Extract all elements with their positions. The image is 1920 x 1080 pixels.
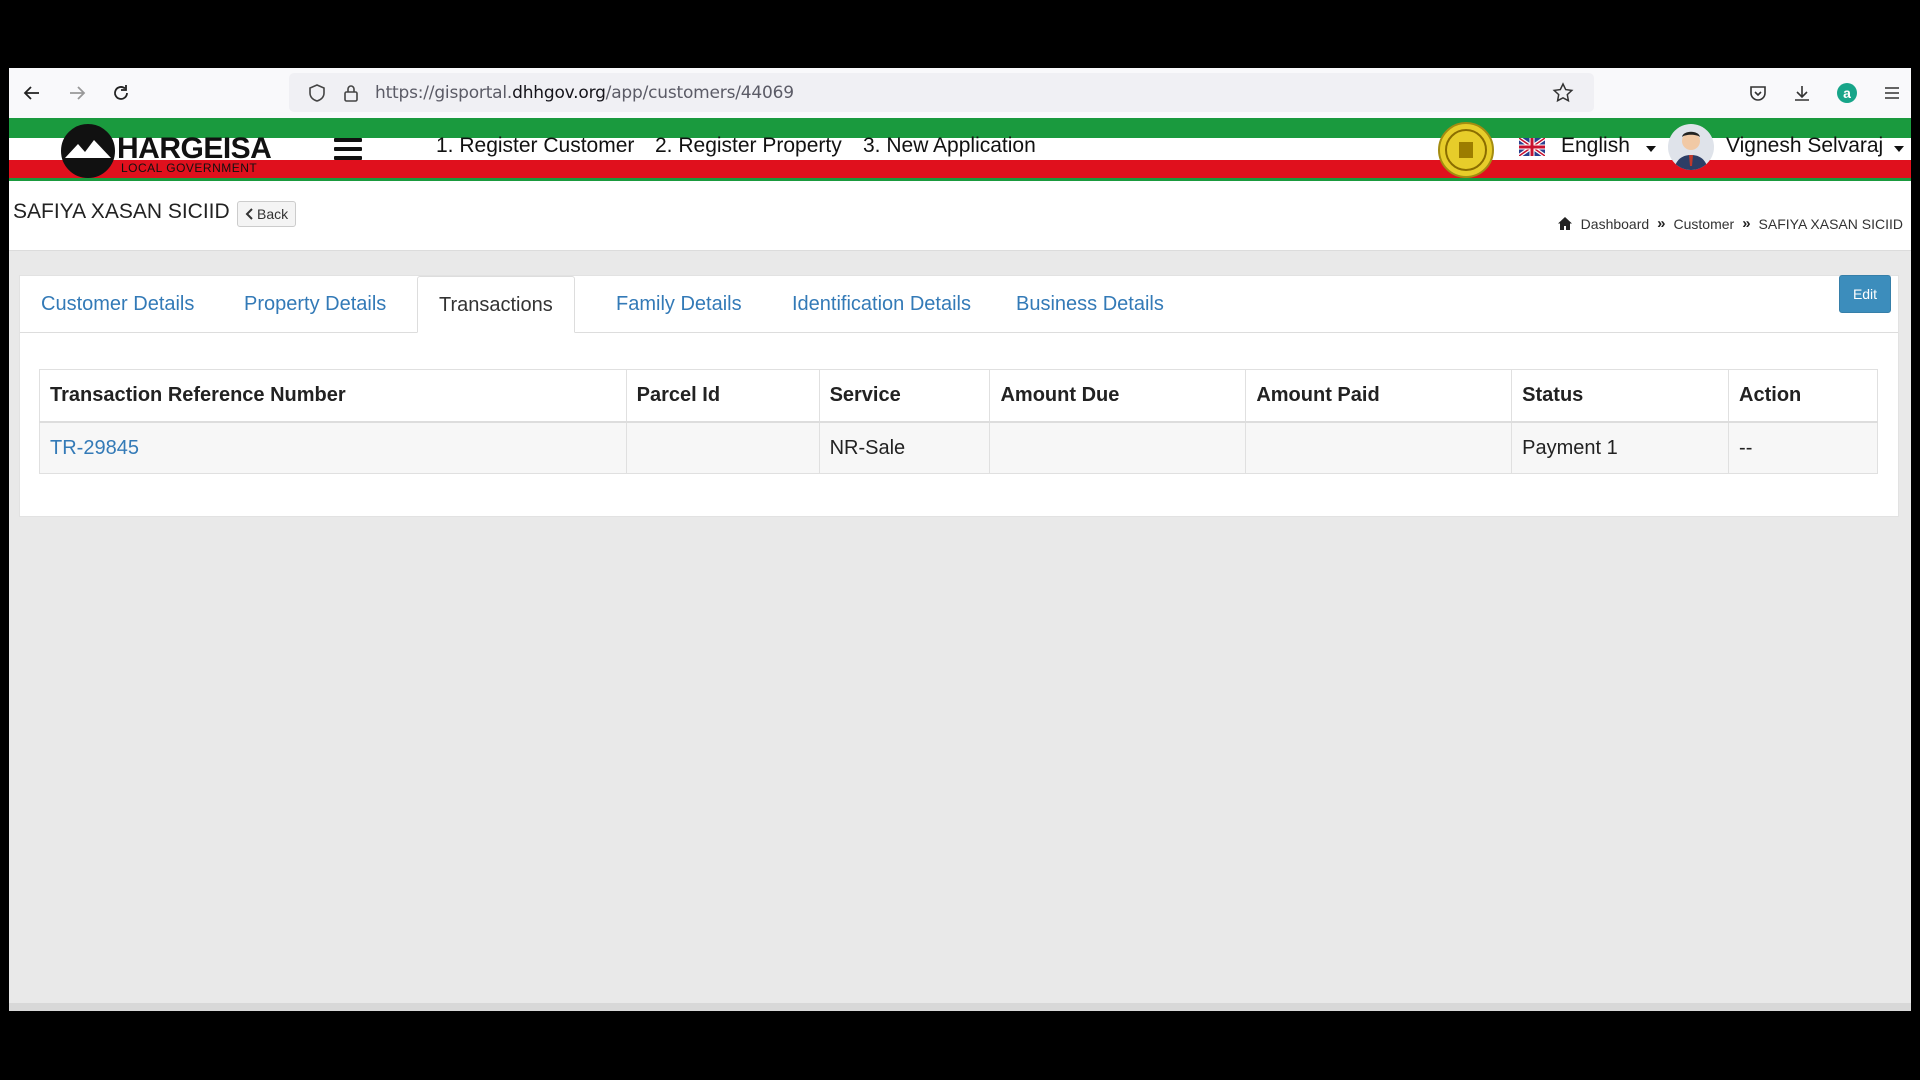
back-arrow-icon[interactable] <box>19 80 45 106</box>
column-header: Transaction Reference Number <box>39 369 627 423</box>
back-button[interactable]: Back <box>237 201 297 227</box>
url-bar[interactable]: https://gisportal.dhhgov.org/app/custome… <box>289 73 1594 112</box>
transactions-table: Transaction Reference Number Parcel Id S… <box>39 369 1878 474</box>
language-caret-icon[interactable] <box>1646 146 1656 152</box>
logo-subtitle: LOCAL GOVERNMENT <box>121 161 258 175</box>
lock-icon[interactable] <box>339 81 363 105</box>
svg-text:a: a <box>1843 85 1851 101</box>
extension-a-icon[interactable]: a <box>1834 80 1860 106</box>
transaction-link[interactable]: TR-29845 <box>50 437 139 459</box>
column-header: Amount Due <box>989 369 1247 423</box>
language-selector[interactable]: English <box>1561 134 1630 158</box>
cell-status: Payment 1 <box>1511 421 1730 474</box>
shield-icon[interactable] <box>305 81 329 105</box>
cell-service: NR-Sale <box>818 421 991 474</box>
uk-flag-icon[interactable] <box>1517 136 1547 158</box>
header-red-stripe <box>9 160 1911 178</box>
forward-arrow-icon[interactable] <box>64 80 90 106</box>
header-bottom-line <box>9 178 1911 181</box>
app-header: HARGEISA LOCAL GOVERNMENT 1. Register Cu… <box>9 118 1911 182</box>
breadcrumb: Dashboard » Customer » SAFIYA XASAN SICI… <box>1557 215 1903 232</box>
breadcrumb-separator: » <box>1742 215 1751 232</box>
cell-reference: TR-29845 <box>39 421 627 474</box>
user-caret-icon[interactable] <box>1894 146 1904 152</box>
nav-register-property[interactable]: 2. Register Property <box>655 134 842 158</box>
page-title: SAFIYA XASAN SICIID <box>13 200 230 223</box>
table-row: TR-29845 NR-Sale Payment 1 -- <box>39 421 1878 474</box>
column-header: Status <box>1511 369 1730 423</box>
column-header: Service <box>818 369 991 423</box>
customer-card: Customer Details Property Details Transa… <box>19 275 1899 517</box>
user-menu[interactable]: Vignesh Selvaraj <box>1726 134 1883 158</box>
tab-transactions[interactable]: Transactions <box>417 276 575 333</box>
back-button-label: Back <box>257 206 289 222</box>
column-header: Amount Paid <box>1245 369 1513 423</box>
breadcrumb-dashboard[interactable]: Dashboard <box>1581 216 1650 232</box>
menu-icon[interactable] <box>1879 80 1905 106</box>
table-header-row: Transaction Reference Number Parcel Id S… <box>39 369 1878 423</box>
tab-property-details[interactable]: Property Details <box>223 276 407 332</box>
tab-family-details[interactable]: Family Details <box>595 276 763 332</box>
column-header: Parcel Id <box>625 369 820 423</box>
cell-amount-due <box>989 421 1247 474</box>
nav-register-customer[interactable]: 1. Register Customer <box>436 134 634 158</box>
reload-icon[interactable] <box>108 80 134 106</box>
hamburger-menu-icon[interactable] <box>334 138 362 160</box>
tab-customer-details[interactable]: Customer Details <box>20 276 215 332</box>
browser-toolbar: https://gisportal.dhhgov.org/app/custome… <box>9 68 1911 118</box>
tab-business-details[interactable]: Business Details <box>995 276 1185 332</box>
breadcrumb-current: SAFIYA XASAN SICIID <box>1758 215 1903 232</box>
user-avatar[interactable] <box>1668 124 1714 170</box>
horizontal-scrollbar[interactable] <box>9 1003 1911 1011</box>
edit-button[interactable]: Edit <box>1839 275 1891 313</box>
url-text[interactable]: https://gisportal.dhhgov.org/app/custome… <box>375 83 794 103</box>
tab-identification-details[interactable]: Identification Details <box>771 276 992 332</box>
pocket-icon[interactable] <box>1745 80 1771 106</box>
bookmark-star-icon[interactable] <box>1551 81 1575 105</box>
column-header: Action <box>1728 369 1878 423</box>
chevron-left-icon <box>245 208 253 220</box>
cell-action: -- <box>1728 421 1878 474</box>
tab-bar: Customer Details Property Details Transa… <box>20 276 1898 333</box>
breadcrumb-customer[interactable]: Customer <box>1674 216 1735 232</box>
page-header: SAFIYA XASAN SICIID Back Dashboard » Cus… <box>9 182 1911 251</box>
hargeisa-logo-icon[interactable] <box>61 124 115 178</box>
download-icon[interactable] <box>1789 80 1815 106</box>
home-icon <box>1557 217 1572 230</box>
nav-new-application[interactable]: 3. New Application <box>863 134 1036 158</box>
cell-parcel-id <box>625 421 820 474</box>
cell-amount-paid <box>1245 421 1513 474</box>
government-emblem-icon <box>1438 122 1494 178</box>
browser-window: https://gisportal.dhhgov.org/app/custome… <box>9 68 1911 1011</box>
breadcrumb-separator: » <box>1657 215 1666 232</box>
